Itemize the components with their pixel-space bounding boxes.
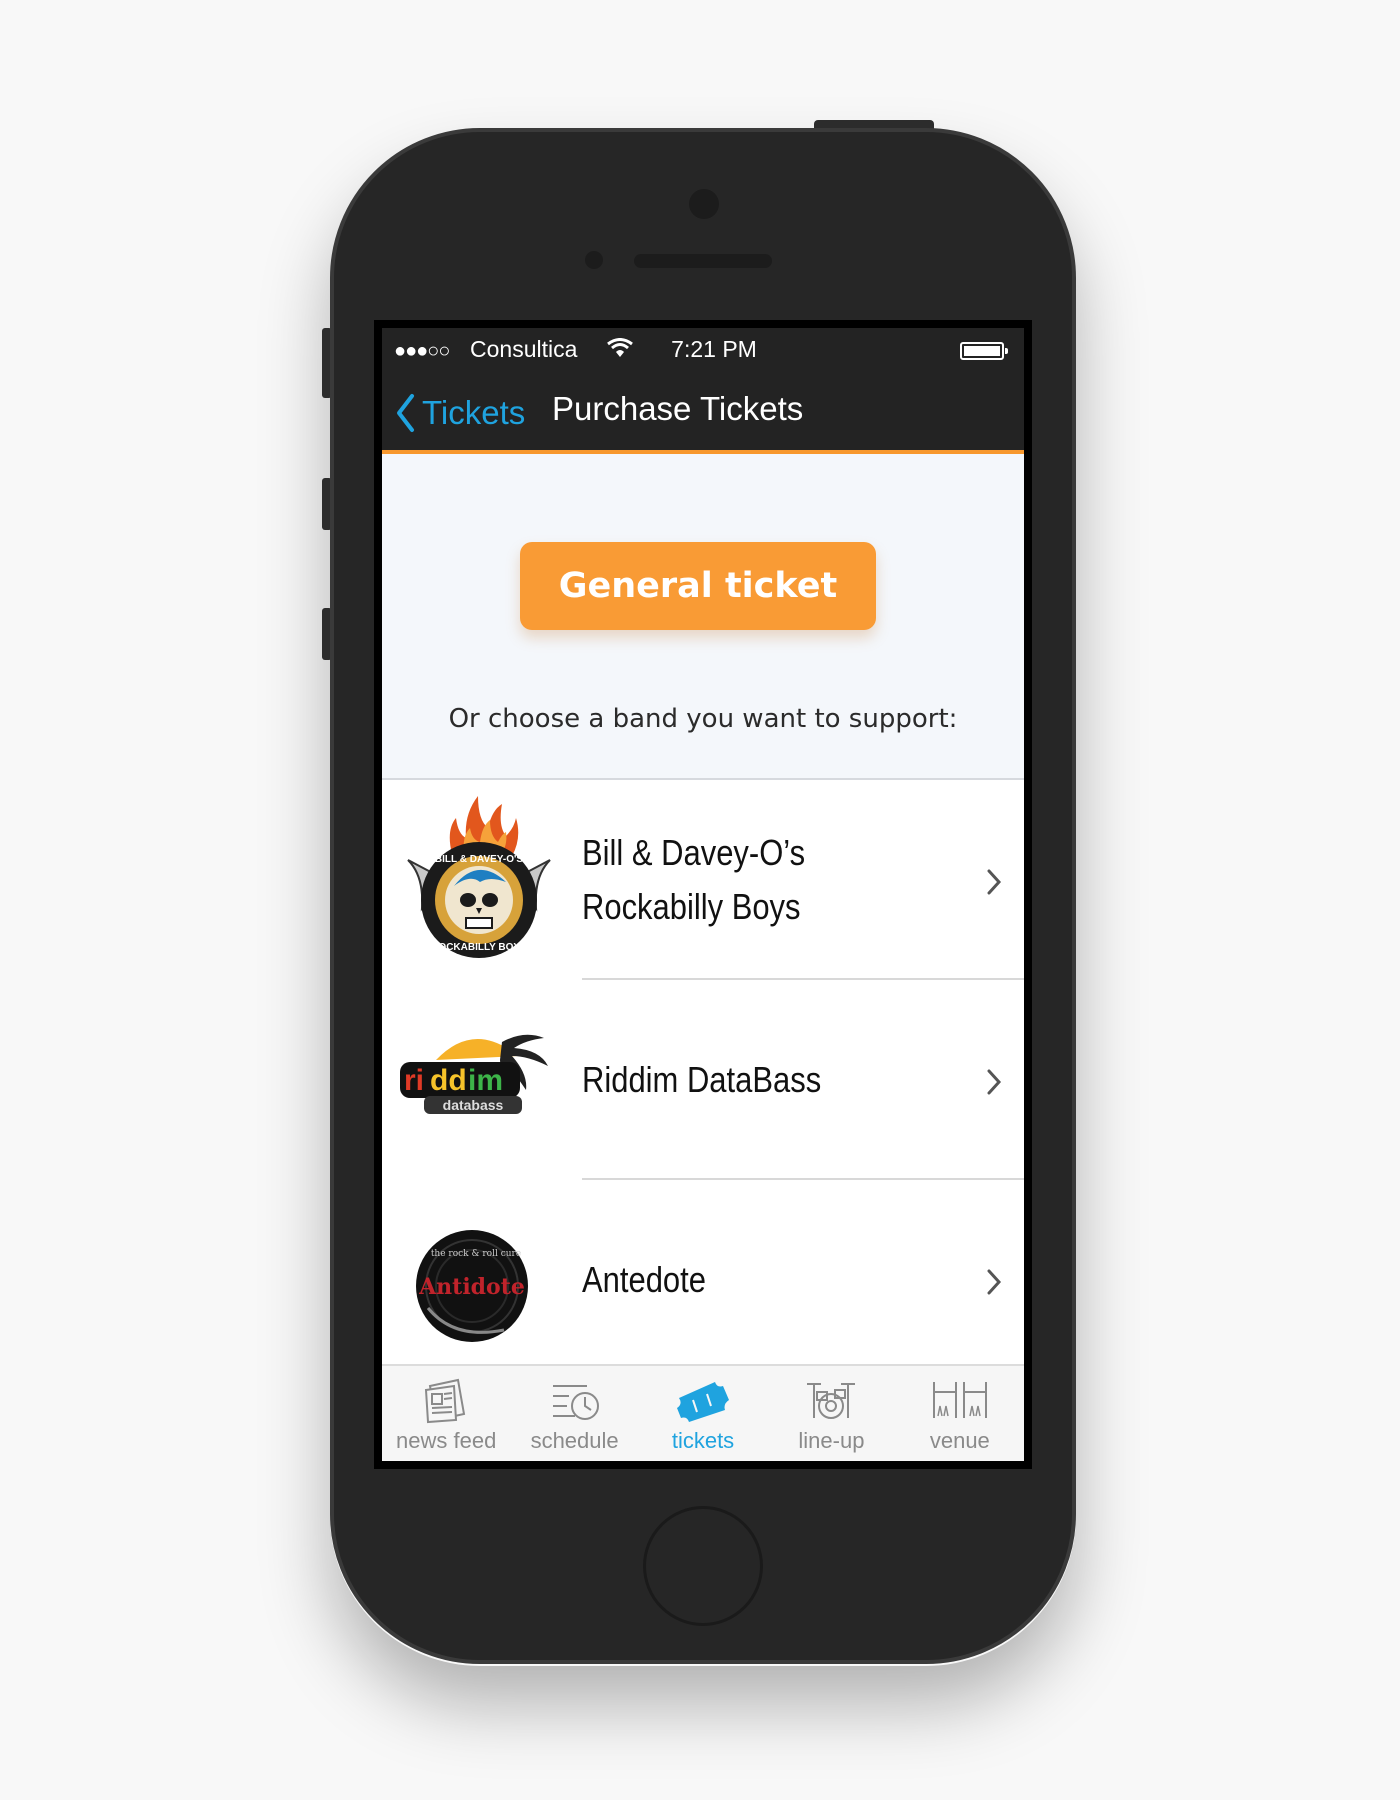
svg-text:BILL & DAVEY-O'S: BILL & DAVEY-O'S xyxy=(435,854,523,865)
ticket-icon xyxy=(677,1382,730,1422)
tab-label: schedule xyxy=(530,1428,619,1453)
drum-kit-icon xyxy=(807,1383,856,1419)
tab-schedule[interactable]: schedule xyxy=(510,1366,638,1461)
chevron-right-icon xyxy=(987,869,1002,895)
tab-venue[interactable]: venue xyxy=(896,1366,1024,1461)
svg-text:ri: ri xyxy=(404,1064,424,1097)
top-bar: ●●●○○ Consultica 7:21 PM Tickets Purchas… xyxy=(382,328,1024,454)
app-screen: ●●●○○ Consultica 7:21 PM Tickets Purchas… xyxy=(382,328,1024,1461)
general-ticket-button[interactable]: General ticket xyxy=(520,542,876,630)
home-button[interactable] xyxy=(643,1506,763,1626)
clock-icon xyxy=(552,1385,599,1420)
navigation-bar: Tickets Purchase Tickets xyxy=(382,380,1024,446)
band-name-line-2: Rockabilly Boys xyxy=(582,886,801,927)
back-button-label: Tickets xyxy=(422,394,526,431)
status-bar: ●●●○○ Consultica 7:21 PM xyxy=(394,336,1014,366)
tab-label: tickets xyxy=(671,1428,735,1453)
svg-text:Antidote: Antidote xyxy=(418,1274,525,1300)
band-name: Bill & Davey-O’s Rockabilly Boys xyxy=(582,780,892,980)
band-name-line-1: Riddim DataBass xyxy=(582,1059,822,1100)
status-time: 7:21 PM xyxy=(671,336,757,362)
band-name-line-1: Antedote xyxy=(582,1259,706,1300)
front-camera xyxy=(689,189,719,219)
band-name: Riddim DataBass xyxy=(582,980,892,1180)
svg-text:dd: dd xyxy=(430,1064,467,1097)
venue-icon xyxy=(932,1382,987,1418)
proximity-sensor xyxy=(585,251,603,269)
chevron-right-icon xyxy=(987,1069,1002,1095)
rockabilly-boys-logo: BILL & DAVEY-O'S ROCKABILLY BOYS xyxy=(407,796,551,958)
ticket-options-header: General ticket Or choose a band you want… xyxy=(382,454,1024,780)
tab-label: line-up xyxy=(798,1428,865,1453)
back-button[interactable]: Tickets xyxy=(394,388,525,438)
page-title: Purchase Tickets xyxy=(552,390,804,427)
tab-bar: news feed schedule tickets line-up venue xyxy=(382,1364,1024,1461)
earpiece-speaker xyxy=(634,254,772,268)
svg-text:the rock & roll cure: the rock & roll cure xyxy=(431,1249,521,1259)
svg-text:databass: databass xyxy=(443,1097,504,1113)
tab-label: news feed xyxy=(396,1428,497,1453)
band-item-riddim-databass[interactable]: ri dd im databass Riddim DataBass xyxy=(382,980,1024,1180)
tab-line-up[interactable]: line-up xyxy=(767,1366,895,1461)
newspaper-icon xyxy=(425,1378,466,1424)
svg-text:ROCKABILLY BOYS: ROCKABILLY BOYS xyxy=(431,942,527,953)
band-name: Antedote xyxy=(582,1180,892,1380)
tab-label: venue xyxy=(929,1428,990,1453)
svg-text:im: im xyxy=(468,1064,503,1097)
band-list: BILL & DAVEY-O'S ROCKABILLY BOYS Bill & … xyxy=(382,780,1024,1380)
chevron-left-icon xyxy=(397,394,414,432)
band-item-bill-davey-o[interactable]: BILL & DAVEY-O'S ROCKABILLY BOYS Bill & … xyxy=(382,780,1024,980)
band-item-antedote[interactable]: Antidote the rock & roll cure Antedote xyxy=(382,1180,1024,1380)
antidote-logo: Antidote the rock & roll cure xyxy=(416,1230,528,1342)
band-name-line-1: Bill & Davey-O’s xyxy=(582,832,806,873)
phone-screen: ●●●○○ Consultica 7:21 PM Tickets Purchas… xyxy=(374,320,1032,1469)
tab-tickets[interactable]: tickets xyxy=(639,1366,767,1461)
chevron-right-icon xyxy=(987,1269,1002,1295)
tab-news-feed[interactable]: news feed xyxy=(382,1366,510,1461)
battery-icon xyxy=(960,342,1008,360)
riddim-databass-logo: ri dd im databass xyxy=(400,1034,548,1114)
support-prompt: Or choose a band you want to support: xyxy=(448,704,958,734)
